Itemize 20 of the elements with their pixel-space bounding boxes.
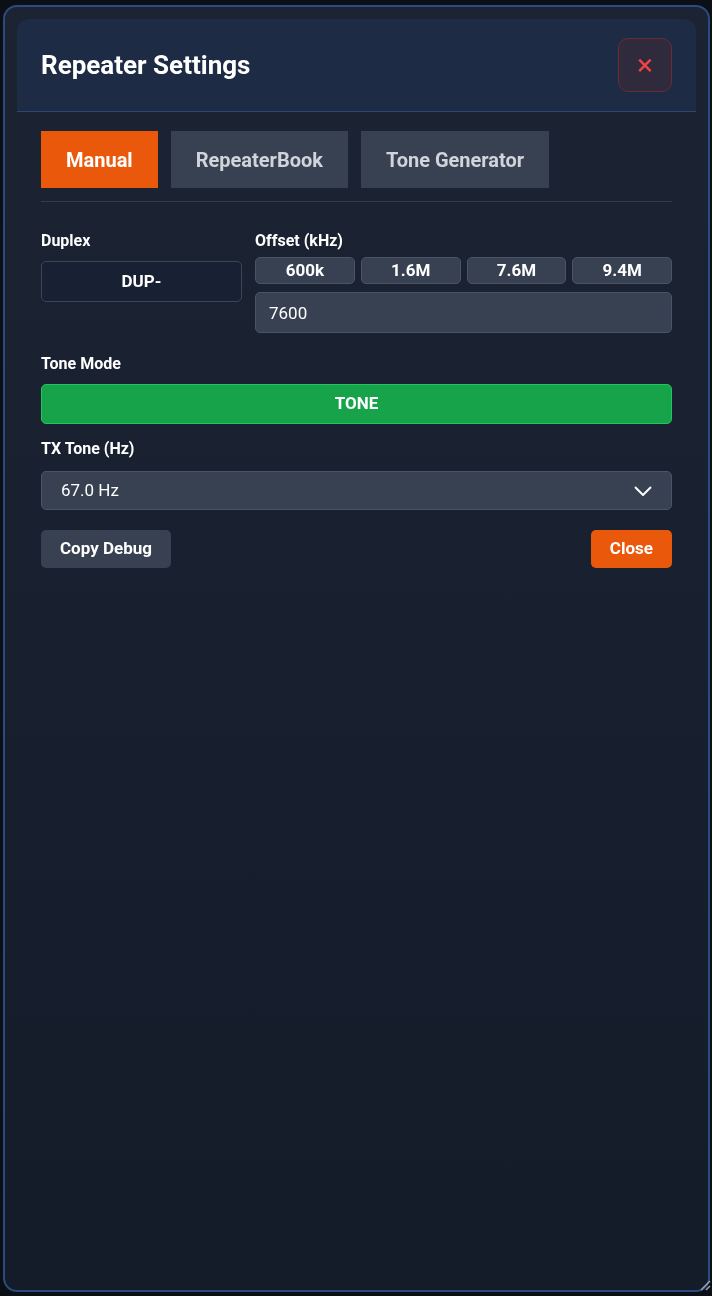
- copy-debug-button[interactable]: Copy Debug: [41, 530, 171, 568]
- tab[interactable]: Manual: [41, 131, 158, 188]
- tx-tone-select[interactable]: 67.0 Hz: [41, 471, 672, 510]
- field-label: Offset (kHz): [255, 230, 344, 252]
- offset-preset-button[interactable]: 9.4M: [572, 257, 672, 284]
- offset-input[interactable]: 7600: [255, 292, 672, 333]
- offset-preset-button[interactable]: 7.6M: [466, 257, 567, 284]
- close-button[interactable]: Close: [590, 530, 672, 568]
- dialog-title: Repeater Settings: [41, 48, 251, 82]
- resize-grip-icon: [699, 1279, 711, 1291]
- offset-preset-button[interactable]: 600k: [255, 257, 355, 284]
- chevron-down-icon: [634, 485, 652, 496]
- field-label: TX Tone (Hz): [41, 438, 136, 460]
- offset-preset-button[interactable]: 1.6M: [360, 257, 461, 284]
- tab[interactable]: RepeaterBook: [170, 131, 348, 188]
- field-label: Tone Mode: [41, 353, 122, 375]
- close-button[interactable]: ×: [618, 38, 672, 92]
- field-label: Duplex: [41, 230, 92, 252]
- duplex-button[interactable]: DUP-: [41, 261, 242, 302]
- tab[interactable]: Tone Generator: [360, 131, 550, 188]
